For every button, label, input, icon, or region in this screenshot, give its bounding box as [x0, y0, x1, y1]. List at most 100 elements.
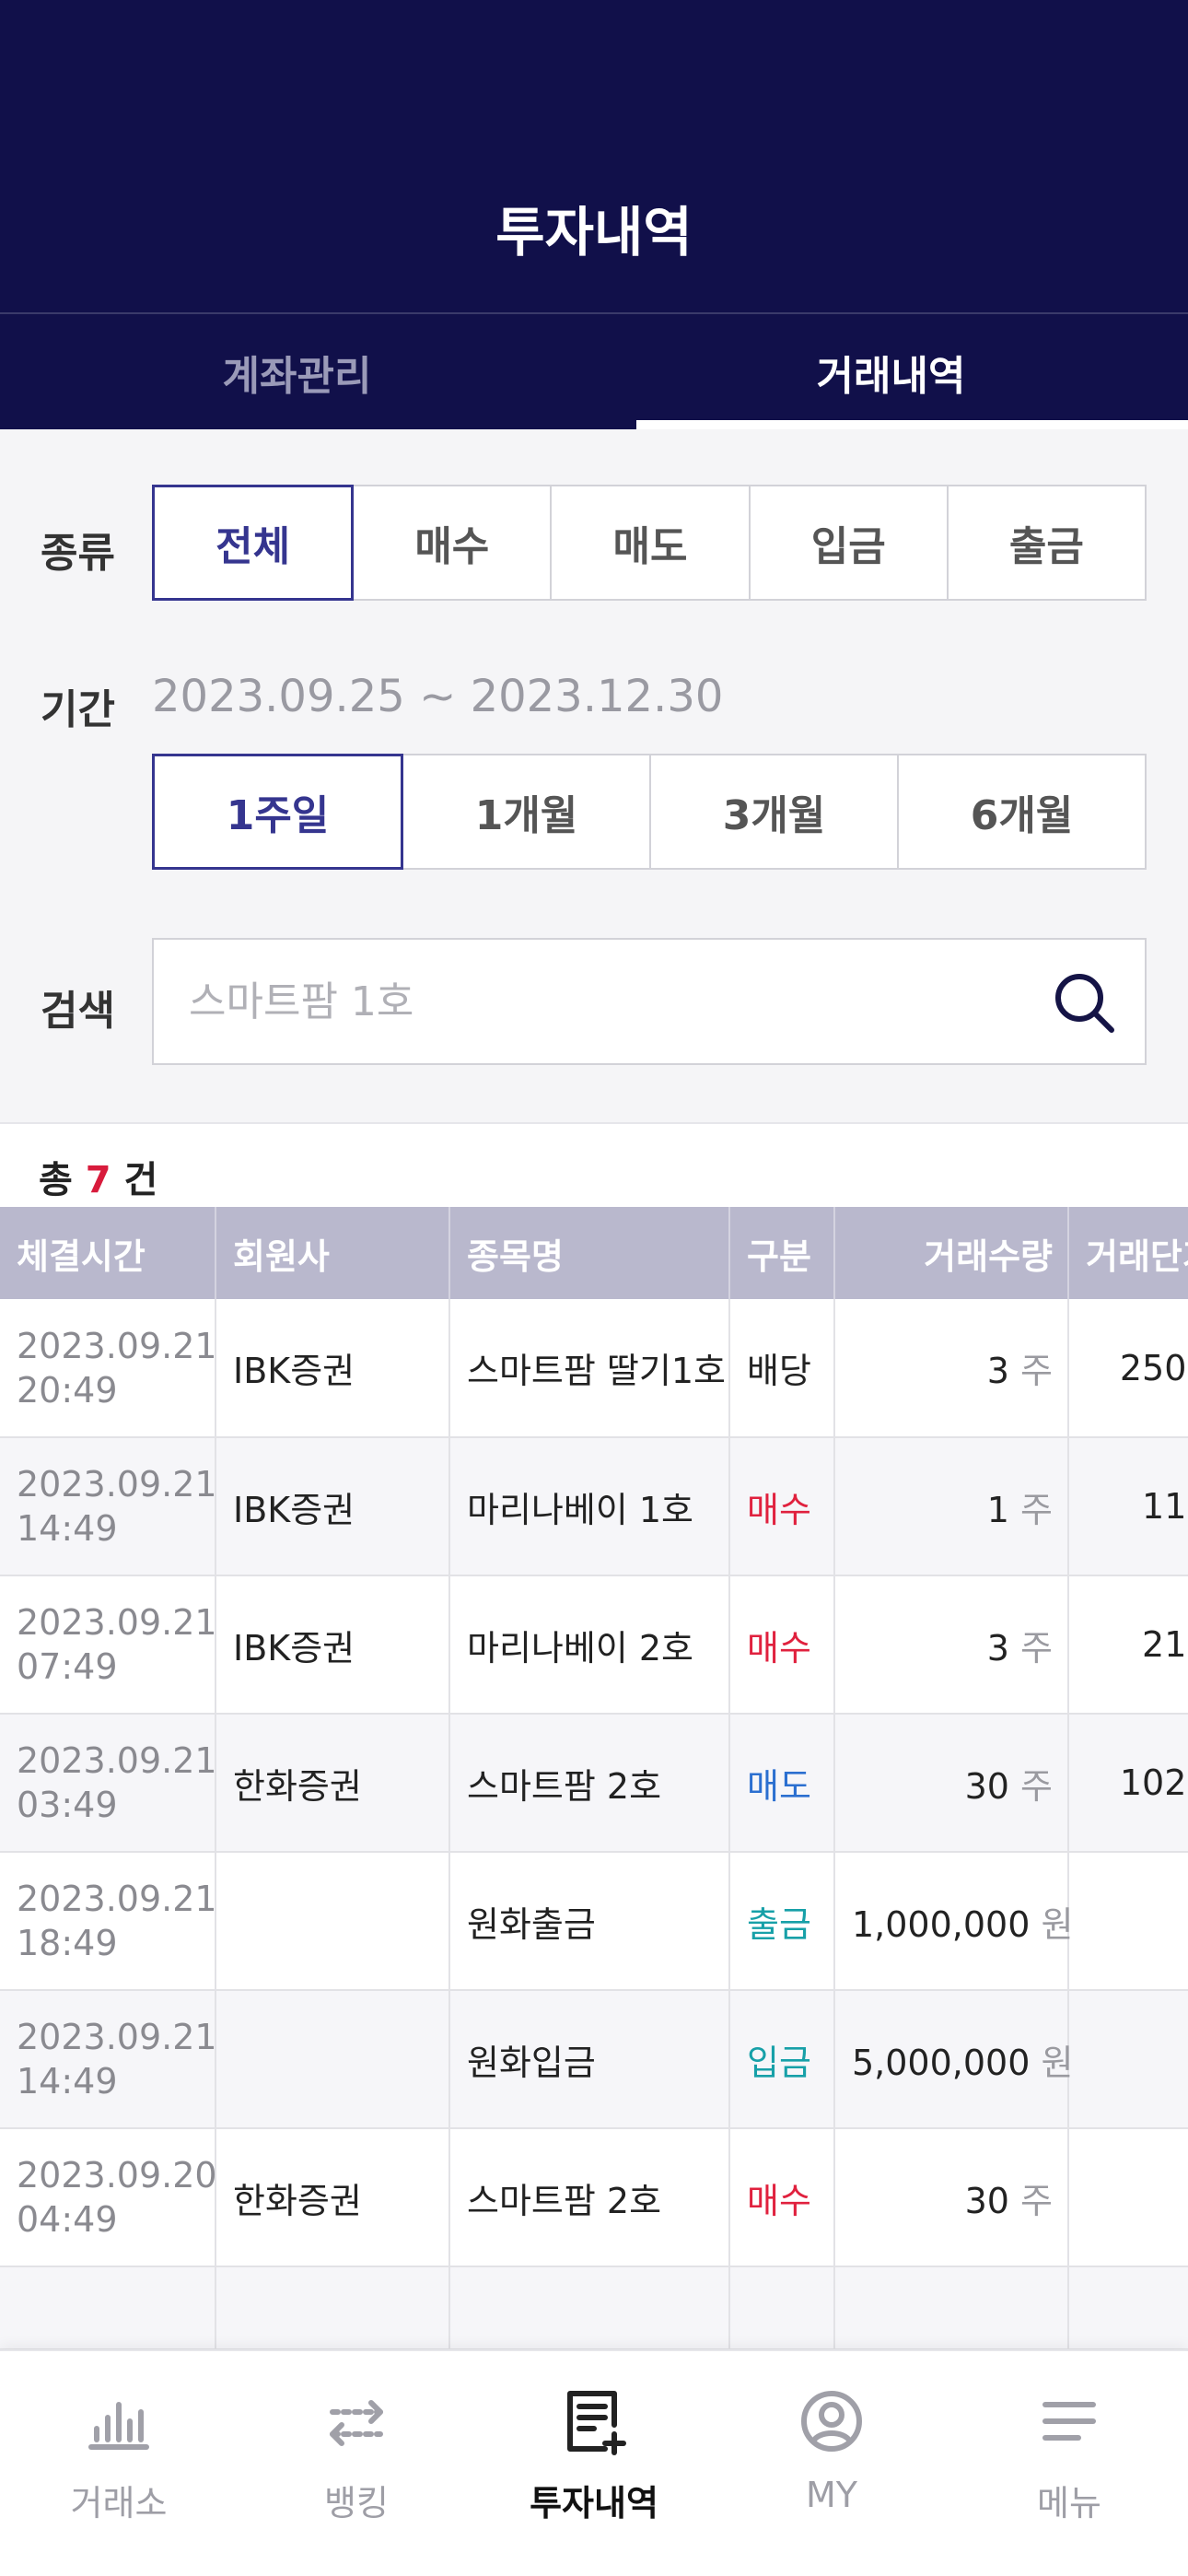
period-option-6months[interactable]: 6개월	[899, 755, 1145, 868]
column-header-broker: 회원사	[215, 1207, 450, 1299]
cell-quantity: 30 주	[834, 2128, 1069, 2267]
table-row[interactable]: 2023.09.21 18:49 원화출금 출금 1,000,000 원	[0, 1852, 1188, 1991]
search-box	[152, 938, 1147, 1065]
search-icon[interactable]	[1051, 969, 1117, 1036]
period-filter-group: 1주일 1개월 3개월 6개월	[152, 754, 1147, 870]
cell-time: 2023.09.21 20:49	[0, 1299, 217, 1438]
app-header: 투자내역 계좌관리 거래내역	[0, 0, 1188, 429]
type-option-buy[interactable]: 매수	[354, 486, 553, 599]
quantity-value: 3	[986, 1627, 1009, 1669]
nav-exchange-label: 거래소	[70, 2483, 168, 2523]
nav-menu-label: 메뉴	[1037, 2483, 1101, 2523]
quantity-value: 5,000,000	[852, 2042, 1031, 2083]
empty-cell	[215, 2266, 450, 2349]
count-suffix: 건	[123, 1159, 158, 1201]
count-prefix: 총	[39, 1159, 73, 1201]
quantity-unit: 원	[1041, 2042, 1074, 2083]
search-label: 검색	[41, 988, 115, 1035]
cell-time: 2023.09.21 07:49	[0, 1575, 217, 1715]
nav-banking-label: 뱅킹	[324, 2483, 389, 2523]
trade-time: 14:49	[17, 2061, 118, 2102]
nav-menu[interactable]: 메뉴	[950, 2351, 1188, 2576]
transfer-arrows-icon	[330, 2400, 383, 2446]
cell-quantity: 3 주	[834, 1299, 1069, 1438]
tab-account-management[interactable]: 계좌관리	[0, 314, 594, 429]
trade-time: 03:49	[17, 1785, 118, 1825]
table-row[interactable]: 2023.09.21 14:49 IBK증권 마리나베이 1호 매수 1 주 11…	[0, 1437, 1188, 1576]
quantity-unit: 주	[1020, 1627, 1053, 1669]
period-option-1week[interactable]: 1주일	[152, 754, 403, 870]
cell-price: 21,000	[1068, 1575, 1188, 1715]
table-header: 체결시간 회원사 종목명 구분 거래수량 거래단가	[0, 1207, 1188, 1299]
empty-cell	[834, 2266, 1069, 2349]
type-option-deposit[interactable]: 입금	[751, 486, 949, 599]
column-header-quantity: 거래수량	[834, 1207, 1069, 1299]
cell-broker: 한화증권	[215, 2128, 450, 2267]
trade-time: 04:49	[17, 2199, 118, 2240]
cell-kind: 매수	[729, 2128, 835, 2267]
cell-name: 마리나베이 2호	[449, 1575, 730, 1715]
nav-my-label: MY	[806, 2475, 857, 2515]
type-option-sell[interactable]: 매도	[552, 486, 751, 599]
trade-date: 2023.09.21	[17, 2017, 217, 2057]
nav-investment-history-label: 투자내역	[530, 2483, 658, 2523]
quantity-value: 30	[964, 2180, 1009, 2221]
trade-date: 2023.09.21	[17, 1325, 217, 1366]
quantity-value: 3	[986, 1351, 1009, 1391]
table-row[interactable]: 2023.09.21 07:49 IBK증권 마리나베이 2호 매수 3 주 21…	[0, 1575, 1188, 1715]
trade-time: 07:49	[17, 1646, 118, 1687]
period-filter-label: 기간	[41, 686, 115, 733]
period-range-text: 2023.09.25 ~ 2023.12.30	[152, 671, 724, 722]
cell-name: 스마트팜 2호	[449, 1714, 730, 1853]
nav-banking[interactable]: 뱅킹	[238, 2351, 475, 2576]
search-input[interactable]	[189, 940, 1018, 1063]
type-option-withdraw[interactable]: 출금	[949, 486, 1145, 599]
trade-time: 14:49	[17, 1508, 118, 1549]
column-header-kind: 구분	[729, 1207, 835, 1299]
tab-trade-history[interactable]: 거래내역	[594, 314, 1188, 429]
cell-name: 마리나베이 1호	[449, 1437, 730, 1576]
table-row-empty	[0, 2266, 1188, 2349]
cell-time: 2023.09.20 04:49	[0, 2128, 217, 2267]
cell-broker: IBK증권	[215, 1575, 450, 1715]
column-header-price: 거래단가	[1068, 1207, 1188, 1299]
nav-my[interactable]: MY	[713, 2351, 950, 2576]
cell-name: 원화입금	[449, 1990, 730, 2129]
quantity-unit: 주	[1020, 2180, 1053, 2221]
result-count-bar: 총 7 건	[0, 1122, 1188, 1207]
cell-price: 11,000	[1068, 1437, 1188, 1576]
quantity-value: 1,000,000	[852, 1903, 1031, 1945]
cell-broker: IBK증권	[215, 1437, 450, 1576]
menu-lines-icon	[1042, 2402, 1096, 2441]
cell-time: 2023.09.21 14:49	[0, 1437, 217, 1576]
nav-investment-history[interactable]: 투자내역	[475, 2351, 713, 2576]
quantity-unit: 원	[1041, 1903, 1074, 1945]
empty-cell	[0, 2266, 216, 2349]
document-add-icon	[567, 2391, 626, 2455]
quantity-unit: 주	[1020, 1351, 1053, 1391]
empty-cell	[449, 2266, 730, 2349]
table-row[interactable]: 2023.09.20 04:49 한화증권 스마트팜 2호 매수 30 주	[0, 2128, 1188, 2267]
cell-price	[1068, 2128, 1188, 2267]
empty-cell	[1068, 2266, 1188, 2349]
nav-exchange[interactable]: 거래소	[0, 2351, 238, 2576]
table-row[interactable]: 2023.09.21 14:49 원화입금 입금 5,000,000 원	[0, 1990, 1188, 2129]
period-option-3months[interactable]: 3개월	[651, 755, 899, 868]
cell-kind: 매수	[729, 1575, 835, 1715]
column-header-name: 종목명	[449, 1207, 730, 1299]
cell-price	[1068, 1852, 1188, 1991]
table-row[interactable]: 2023.09.21 20:49 IBK증권 스마트팜 딸기1호 배당 3 주 2…	[0, 1299, 1188, 1438]
empty-cell	[729, 2266, 835, 2349]
table-row[interactable]: 2023.09.21 03:49 한화증권 스마트팜 2호 매도 30 주 102…	[0, 1714, 1188, 1853]
quantity-value: 30	[964, 1765, 1009, 1807]
trade-date: 2023.09.21	[17, 1879, 217, 1919]
trade-history-table[interactable]: 체결시간 회원사 종목명 구분 거래수량 거래단가 2023.09.2120:4…	[0, 1207, 1188, 2349]
cell-broker	[215, 1852, 450, 1991]
cell-quantity: 1,000,000 원	[834, 1852, 1073, 1991]
trade-date: 2023.09.20	[17, 2155, 217, 2195]
period-option-1month[interactable]: 1개월	[403, 755, 651, 868]
type-option-all[interactable]: 전체	[152, 485, 355, 601]
type-filter-label: 종류	[41, 530, 115, 577]
cell-price	[1068, 1990, 1188, 2129]
cell-quantity: 30 주	[834, 1714, 1069, 1853]
